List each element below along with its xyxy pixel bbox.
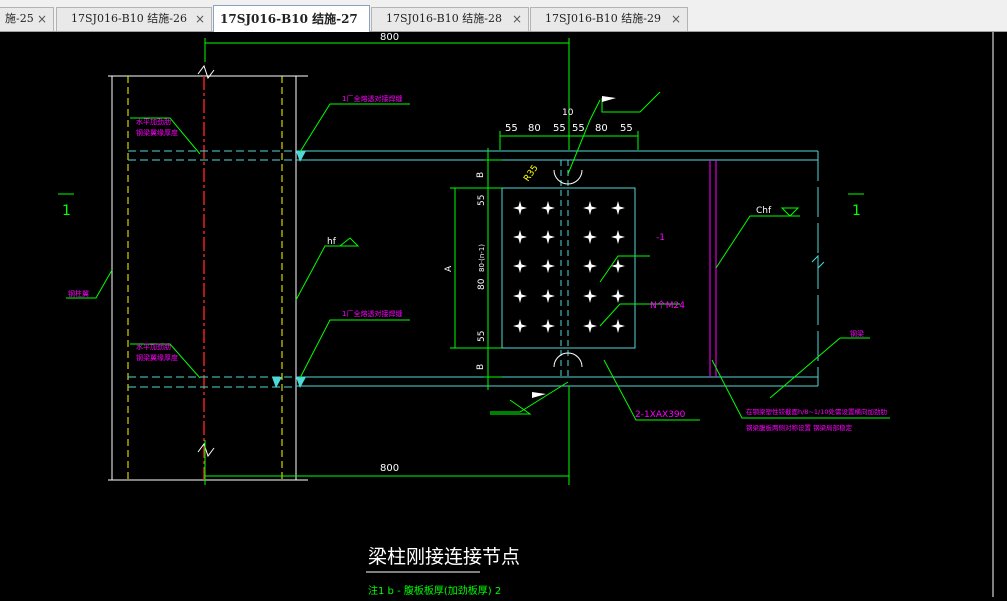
tab-jieshi-25[interactable]: 施-25 × [0,7,54,31]
document-tab-bar: 施-25 × 17SJ016-B10 结施-26 × 17SJ016-B10 结… [0,0,1007,32]
close-icon[interactable]: × [195,8,205,30]
beam-web-stiffener [709,160,717,377]
drawing-title: 梁柱刚接连接节点 [368,546,520,568]
bolt-grid [513,201,625,333]
label-weld-bottom: 1厂全熔透对接焊缝 [342,309,402,318]
weld-mark-stiffener [272,377,282,388]
label-hf: hf [327,237,337,247]
beam-flanges [296,150,825,387]
tab-label: 17SJ016-B10 结施-26 [71,12,187,25]
bolt-marker [513,201,527,215]
bolt-marker [611,289,625,303]
bolt-marker [611,319,625,333]
label-weld-top: 1厂全熔透对接焊缝 [342,94,402,103]
bolt-spacing-label: 55 [572,123,585,134]
bolt-spacing-label: 55 [553,123,566,134]
bolt-marker [541,259,555,273]
bolt-marker [583,259,597,273]
bolt-marker [611,201,625,215]
label-r35: R35 [522,163,540,183]
bolt-marker [583,201,597,215]
left-vertical-dims [450,148,502,390]
bolt-marker [541,230,555,244]
note-stiffener-2: 钢梁腹板两侧对称设置 钢梁局部稳定 [746,423,853,432]
close-icon[interactable]: × [512,8,522,30]
section-label-left: 1 [62,203,71,219]
close-icon[interactable]: × [671,8,681,30]
bolt-marker [583,289,597,303]
label-stiffener-top-2: 钢梁翼缘厚度 [136,128,178,137]
drawing-canvas[interactable]: 800 10 55 80 55 55 80 55 B 55 A 80 80·(n… [0,32,1007,597]
bolt-marker [541,319,555,333]
tab-jieshi-28[interactable]: 17SJ016-B10 结施-28 × [371,7,529,31]
tab-label: 施-25 [5,12,34,25]
bolt-spacing-label: 55 [620,123,633,134]
bolt-marker [513,289,527,303]
bolt-marker [583,319,597,333]
label-beam: 钢梁 [850,329,864,338]
dimension-top-value: 800 [380,32,399,43]
dim-a: A [444,265,454,272]
section-label-right: 1 [852,203,861,219]
dim-55-top: 55 [477,195,487,206]
label-stiffener-bottom-2: 钢梁翼缘厚度 [136,353,178,362]
bolt-marker [513,230,527,244]
bolt-spacing-label: 80 [528,123,541,134]
tab-label: 17SJ016-B10 结施-29 [545,12,661,25]
label-column: 钢柱翼 [68,289,89,298]
tab-jieshi-27[interactable]: 17SJ016-B10 结施-27 [213,5,370,32]
tab-label: 17SJ016-B10 结施-27 [220,12,358,26]
label-bolts: N个M24 [650,300,685,311]
dim-10: 10 [562,108,574,118]
bolt-spacing-label: 80 [595,123,608,134]
bolt-marker [611,230,625,244]
bolt-spacing-label: 55 [505,123,518,134]
dim-b-top: B [476,172,486,178]
label-plate: 2-1XAX390 [635,410,686,420]
footnote: 注1 b - 腹板板厚(加劲板厚) 2 [368,584,501,597]
cad-drawing: 800 10 55 80 55 55 80 55 B 55 A 80 80·(n… [58,32,994,597]
dimension-bottom-value: 800 [380,463,399,474]
bolt-marker [541,201,555,215]
bolt-marker [541,289,555,303]
label-plate-thickness: -1 [656,233,665,243]
note-stiffener: 在钢梁塑性铰截面h/8~1/10处需设置横向加劲肋 [746,407,887,416]
dim-b-bottom: B [476,364,486,370]
dim-80-n: 80·(n-1) [478,244,486,272]
column-stiffeners [128,150,296,388]
bolt-marker [513,259,527,273]
bolt-marker [583,230,597,244]
bolt-marker [611,259,625,273]
tab-jieshi-26[interactable]: 17SJ016-B10 结施-26 × [56,7,212,31]
bolt-marker [513,319,527,333]
close-icon[interactable]: × [37,8,47,30]
label-chf: Chf [756,206,772,216]
dim-80: 80 [477,278,487,290]
label-stiffener-bottom: 水平加劲肋 [136,342,171,351]
dim-55-bottom: 55 [477,331,487,342]
tab-jieshi-29[interactable]: 17SJ016-B10 结施-29 × [530,7,688,31]
tab-label: 17SJ016-B10 结施-28 [386,12,502,25]
flag-icon [602,96,616,102]
label-stiffener-top: 水平加劲肋 [136,117,171,126]
